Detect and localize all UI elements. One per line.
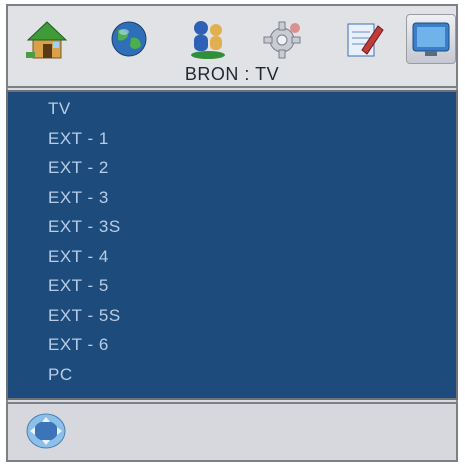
home-icon[interactable] — [22, 14, 72, 64]
source-item-ext-3[interactable]: EXT - 3 — [48, 183, 121, 213]
users-icon[interactable] — [183, 14, 233, 64]
source-item-ext-5s[interactable]: EXT - 5S — [48, 301, 121, 331]
source-item-tv[interactable]: TV — [48, 94, 121, 124]
monitor-icon[interactable] — [406, 14, 456, 64]
menu-footer — [6, 402, 458, 462]
source-item-ext-5[interactable]: EXT - 5 — [48, 271, 121, 301]
source-list: TV EXT - 1 EXT - 2 EXT - 3 EXT - 3S EXT … — [48, 94, 121, 389]
source-item-pc[interactable]: PC — [48, 360, 121, 390]
source-item-ext-6[interactable]: EXT - 6 — [48, 330, 121, 360]
source-item-ext-2[interactable]: EXT - 2 — [48, 153, 121, 183]
edit-icon[interactable] — [338, 14, 388, 64]
globe-icon[interactable] — [104, 14, 154, 64]
source-list-panel: TV EXT - 1 EXT - 2 EXT - 3 EXT - 3S EXT … — [6, 90, 458, 400]
menu-header: BRON : TV — [6, 4, 458, 88]
source-title: BRON : TV — [184, 64, 280, 84]
nav-dpad-icon — [24, 409, 68, 453]
source-item-ext-4[interactable]: EXT - 4 — [48, 242, 121, 272]
source-item-ext-1[interactable]: EXT - 1 — [48, 124, 121, 154]
menu-icon-bar — [8, 14, 456, 64]
source-item-ext-3s[interactable]: EXT - 3S — [48, 212, 121, 242]
gear-icon[interactable] — [258, 14, 308, 64]
